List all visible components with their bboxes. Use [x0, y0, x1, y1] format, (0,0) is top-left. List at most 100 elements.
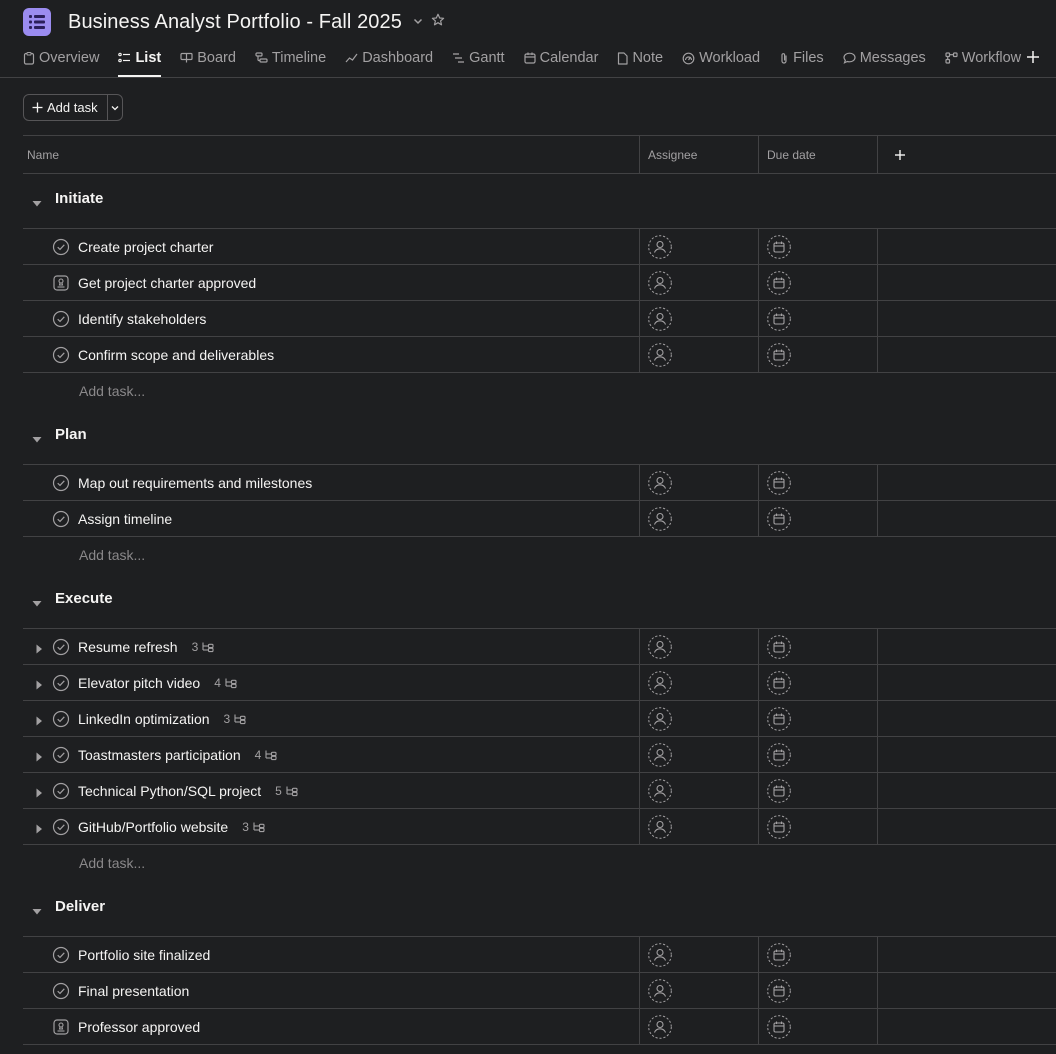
task-row[interactable]: Portfolio site finalized — [23, 936, 1056, 972]
tab-workload[interactable]: Workload — [682, 48, 760, 68]
due-date-calendar-icon[interactable] — [767, 707, 791, 736]
tab-messages[interactable]: Messages — [843, 48, 926, 68]
task-name[interactable]: Map out requirements and milestones — [78, 475, 312, 491]
assignee-avatar-icon[interactable] — [648, 671, 672, 700]
task-row[interactable]: Confirm scope and deliverables — [23, 336, 1056, 373]
task-row[interactable]: Assign timeline — [23, 500, 1056, 537]
task-row[interactable]: LinkedIn optimization 3 — [23, 700, 1056, 736]
add-task-row[interactable]: Add task... — [79, 547, 145, 563]
check-circle-icon[interactable] — [52, 946, 70, 969]
chevron-down-icon[interactable] — [412, 14, 424, 32]
task-row[interactable]: Create project charter — [23, 228, 1056, 264]
tab-timeline[interactable]: Timeline — [255, 48, 326, 68]
tab-board[interactable]: Board — [180, 48, 236, 68]
subtask-count[interactable]: 4 — [214, 676, 237, 690]
caret-right-icon[interactable] — [35, 821, 43, 839]
caret-right-icon[interactable] — [35, 713, 43, 731]
task-row[interactable]: Toastmasters participation 4 — [23, 736, 1056, 772]
tab-list[interactable]: List — [118, 48, 161, 77]
task-row[interactable]: Technical Python/SQL project 5 — [23, 772, 1056, 808]
task-name[interactable]: Toastmasters participation 4 — [78, 747, 277, 763]
caret-right-icon[interactable] — [35, 785, 43, 803]
due-date-calendar-icon[interactable] — [767, 507, 791, 536]
due-date-calendar-icon[interactable] — [767, 943, 791, 972]
add-tab-icon[interactable] — [1025, 49, 1041, 70]
section-header[interactable]: Execute — [23, 573, 1056, 629]
caret-right-icon[interactable] — [35, 749, 43, 767]
task-name[interactable]: Resume refresh 3 — [78, 639, 214, 655]
task-name[interactable]: Technical Python/SQL project 5 — [78, 783, 298, 799]
task-name[interactable]: Identify stakeholders — [78, 311, 206, 327]
task-row[interactable]: Map out requirements and milestones — [23, 464, 1056, 500]
column-name[interactable]: Name — [27, 136, 59, 173]
tab-overview[interactable]: Overview — [23, 48, 99, 68]
task-row[interactable]: GitHub/Portfolio website 3 — [23, 808, 1056, 845]
check-circle-icon[interactable] — [52, 474, 70, 497]
task-row[interactable]: Identify stakeholders — [23, 300, 1056, 336]
add-task-dropdown[interactable] — [108, 95, 122, 120]
task-name[interactable]: Get project charter approved — [78, 275, 256, 291]
check-circle-icon[interactable] — [52, 782, 70, 805]
assignee-avatar-icon[interactable] — [648, 1015, 672, 1044]
due-date-calendar-icon[interactable] — [767, 815, 791, 844]
check-circle-icon[interactable] — [52, 638, 70, 661]
tab-files[interactable]: Files — [779, 48, 824, 68]
section-name[interactable]: Deliver — [55, 898, 105, 915]
add-task-row[interactable]: Add task... — [79, 383, 145, 399]
assignee-avatar-icon[interactable] — [648, 743, 672, 772]
section-name[interactable]: Plan — [55, 426, 87, 443]
section-name[interactable]: Initiate — [55, 190, 103, 207]
caret-down-icon[interactable] — [32, 595, 42, 613]
due-date-calendar-icon[interactable] — [767, 235, 791, 264]
check-circle-icon[interactable] — [52, 746, 70, 769]
assignee-avatar-icon[interactable] — [648, 635, 672, 664]
column-assignee[interactable]: Assignee — [648, 136, 697, 173]
caret-down-icon[interactable] — [32, 903, 42, 921]
assignee-avatar-icon[interactable] — [648, 271, 672, 300]
assignee-avatar-icon[interactable] — [648, 979, 672, 1008]
task-name[interactable]: Professor approved — [78, 1019, 200, 1035]
caret-down-icon[interactable] — [32, 195, 42, 213]
due-date-calendar-icon[interactable] — [767, 671, 791, 700]
due-date-calendar-icon[interactable] — [767, 1015, 791, 1044]
assignee-avatar-icon[interactable] — [648, 507, 672, 536]
task-row[interactable]: Professor approved — [23, 1008, 1056, 1045]
due-date-calendar-icon[interactable] — [767, 635, 791, 664]
subtask-count[interactable]: 5 — [275, 784, 298, 798]
subtask-count[interactable]: 4 — [255, 748, 278, 762]
add-task-button[interactable]: Add task — [24, 95, 108, 120]
due-date-calendar-icon[interactable] — [767, 743, 791, 772]
check-circle-icon[interactable] — [52, 674, 70, 697]
check-circle-icon[interactable] — [52, 310, 70, 333]
assignee-avatar-icon[interactable] — [648, 943, 672, 972]
section-name[interactable]: Execute — [55, 590, 113, 607]
task-name[interactable]: Elevator pitch video 4 — [78, 675, 237, 691]
task-row[interactable]: Final presentation — [23, 972, 1056, 1008]
task-name[interactable]: LinkedIn optimization 3 — [78, 711, 246, 727]
column-due-date[interactable]: Due date — [767, 136, 816, 173]
section-header[interactable]: Initiate — [23, 173, 1056, 229]
caret-down-icon[interactable] — [32, 431, 42, 449]
assignee-avatar-icon[interactable] — [648, 815, 672, 844]
approval-icon[interactable] — [52, 1018, 70, 1041]
due-date-calendar-icon[interactable] — [767, 271, 791, 300]
section-header[interactable]: Deliver — [23, 881, 1056, 937]
caret-right-icon[interactable] — [35, 641, 43, 659]
tab-dashboard[interactable]: Dashboard — [345, 48, 433, 68]
task-row[interactable]: Get project charter approved — [23, 264, 1056, 300]
task-name[interactable]: Assign timeline — [78, 511, 172, 527]
add-column-icon[interactable] — [894, 136, 906, 173]
check-circle-icon[interactable] — [52, 346, 70, 369]
tab-calendar[interactable]: Calendar — [523, 48, 598, 68]
subtask-count[interactable]: 3 — [192, 640, 215, 654]
task-row[interactable]: Resume refresh 3 — [23, 628, 1056, 664]
section-header[interactable]: Plan — [23, 409, 1056, 465]
check-circle-icon[interactable] — [52, 510, 70, 533]
due-date-calendar-icon[interactable] — [767, 979, 791, 1008]
task-name[interactable]: Portfolio site finalized — [78, 947, 210, 963]
assignee-avatar-icon[interactable] — [648, 235, 672, 264]
due-date-calendar-icon[interactable] — [767, 343, 791, 372]
subtask-count[interactable]: 3 — [242, 820, 265, 834]
due-date-calendar-icon[interactable] — [767, 471, 791, 500]
assignee-avatar-icon[interactable] — [648, 307, 672, 336]
